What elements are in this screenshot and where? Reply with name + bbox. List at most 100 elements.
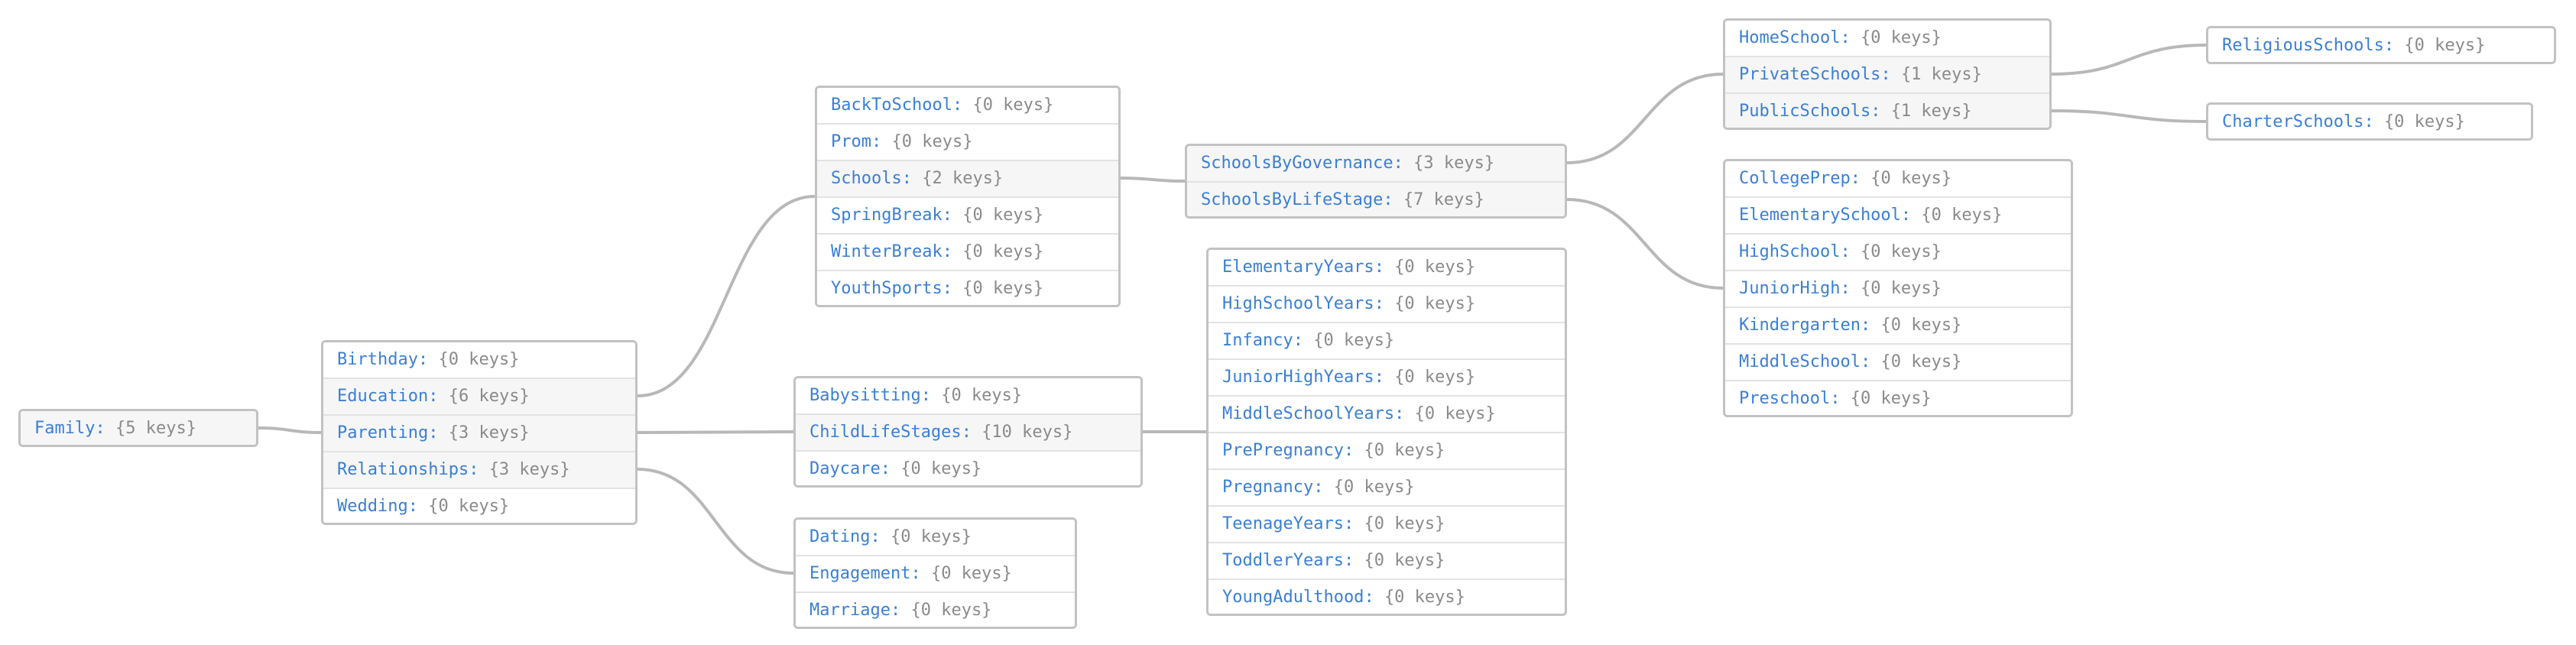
row-relationships[interactable]: Relationships: {3 keys} bbox=[323, 452, 635, 489]
row-value: {0 keys} bbox=[2383, 112, 2465, 131]
node-relationships: Dating: {0 keys} Engagement: {0 keys} Marr… bbox=[793, 517, 1077, 629]
node-root: Family: {5 keys} bbox=[18, 409, 258, 447]
row-wedding[interactable]: Wedding: {0 keys} bbox=[323, 489, 635, 523]
key-separator: : bbox=[1860, 316, 1881, 335]
row-juniorhigh[interactable]: JuniorHigh: {0 keys} bbox=[1725, 271, 2071, 308]
row-value: {0 keys} bbox=[1860, 242, 1942, 261]
edge-education-schools bbox=[1120, 177, 1186, 183]
row-marriage[interactable]: Marriage: {0 keys} bbox=[796, 593, 1075, 627]
row-birthday[interactable]: Birthday: {0 keys} bbox=[323, 342, 635, 379]
row-key: HighSchoolYears bbox=[1222, 294, 1374, 313]
row-key: HomeSchool bbox=[1739, 28, 1841, 47]
key-separator: : bbox=[890, 601, 911, 620]
row-schools[interactable]: Schools: {2 keys} bbox=[817, 161, 1118, 198]
row-value: {0 keys} bbox=[930, 564, 1012, 583]
edge-family-parenting bbox=[637, 430, 794, 434]
row-springbreak[interactable]: SpringBreak: {0 keys} bbox=[817, 198, 1118, 235]
node-public: CharterSchools: {0 keys} bbox=[2206, 102, 2533, 141]
key-separator: : bbox=[1840, 279, 1861, 298]
row-value: {0 keys} bbox=[972, 96, 1054, 115]
row-value: {0 keys} bbox=[1414, 404, 1496, 423]
row-key: Pregnancy bbox=[1222, 478, 1314, 497]
node-governance: HomeSchool: {0 keys} PrivateSchools: {1 k… bbox=[1723, 18, 2052, 130]
row-parenting[interactable]: Parenting: {3 keys} bbox=[323, 416, 635, 452]
row-childlifestages[interactable]: ChildLifeStages: {10 keys} bbox=[796, 415, 1140, 452]
row-schoolsbygovernance[interactable]: SchoolsByGovernance: {3 keys} bbox=[1187, 146, 1565, 183]
row-privateschools[interactable]: PrivateSchools: {1 keys} bbox=[1725, 57, 2049, 94]
row-key: Schools bbox=[831, 169, 902, 188]
row-highschool[interactable]: HighSchool: {0 keys} bbox=[1725, 235, 2071, 271]
row-collegeprep[interactable]: CollegePrep: {0 keys} bbox=[1725, 161, 2071, 198]
row-key: Babysitting bbox=[809, 386, 921, 405]
row-pregnancy[interactable]: Pregnancy: {0 keys} bbox=[1209, 470, 1565, 507]
row-prepregnancy[interactable]: PrePregnancy: {0 keys} bbox=[1209, 433, 1565, 470]
row-key: CollegePrep bbox=[1739, 169, 1851, 188]
row-preschool[interactable]: Preschool: {0 keys} bbox=[1725, 381, 2071, 415]
row-value: {10 keys} bbox=[981, 423, 1073, 442]
row-value: {0 keys} bbox=[2404, 36, 2486, 55]
row-religiousschools[interactable]: ReligiousSchools: {0 keys} bbox=[2208, 28, 2554, 62]
row-value: {0 keys} bbox=[891, 132, 973, 151]
row-teenageyears[interactable]: TeenageYears: {0 keys} bbox=[1209, 507, 1565, 543]
row-family[interactable]: Family: {5 keys} bbox=[21, 411, 256, 445]
row-value: {1 keys} bbox=[1900, 65, 1982, 84]
row-elementaryschool[interactable]: ElementarySchool: {0 keys} bbox=[1725, 198, 2071, 235]
row-key: MiddleSchool bbox=[1739, 352, 1861, 371]
row-key: Dating bbox=[809, 527, 871, 546]
key-separator: : bbox=[942, 279, 963, 298]
row-value: {0 keys} bbox=[1860, 279, 1942, 298]
row-key: ReligiousSchools bbox=[2222, 36, 2384, 55]
row-babysitting[interactable]: Babysitting: {0 keys} bbox=[796, 378, 1140, 415]
row-backtoschool[interactable]: BackToSchool: {0 keys} bbox=[817, 88, 1118, 125]
row-value: {0 keys} bbox=[1921, 206, 2003, 225]
row-winterbreak[interactable]: WinterBreak: {0 keys} bbox=[817, 235, 1118, 271]
row-value: {0 keys} bbox=[428, 497, 510, 516]
row-juniorhighyears[interactable]: JuniorHighYears: {0 keys} bbox=[1209, 360, 1565, 397]
key-separator: : bbox=[1374, 368, 1395, 387]
row-value: {0 keys} bbox=[941, 386, 1023, 405]
row-kindergarten[interactable]: Kindergarten: {0 keys} bbox=[1725, 308, 2071, 345]
row-value: {3 keys} bbox=[448, 423, 530, 442]
row-publicschools[interactable]: PublicSchools: {1 keys} bbox=[1725, 94, 2049, 128]
row-value: {0 keys} bbox=[1394, 258, 1476, 277]
key-separator: : bbox=[942, 242, 963, 261]
key-separator: : bbox=[1860, 352, 1881, 371]
edge-root-family bbox=[258, 426, 322, 434]
row-key: Birthday bbox=[337, 350, 418, 369]
row-highschoolyears[interactable]: HighSchoolYears: {0 keys} bbox=[1209, 287, 1565, 323]
row-engagement[interactable]: Engagement: {0 keys} bbox=[796, 556, 1075, 593]
row-dating[interactable]: Dating: {0 keys} bbox=[796, 520, 1075, 556]
row-value: {0 keys} bbox=[1880, 316, 1962, 335]
row-schoolsbylifestage[interactable]: SchoolsByLifeStage: {7 keys} bbox=[1187, 183, 1565, 216]
row-value: {3 keys} bbox=[488, 460, 570, 479]
row-elementaryyears[interactable]: ElementaryYears: {0 keys} bbox=[1209, 250, 1565, 287]
row-toddleryears[interactable]: ToddlerYears: {0 keys} bbox=[1209, 543, 1565, 580]
row-youngadulthood[interactable]: YoungAdulthood: {0 keys} bbox=[1209, 580, 1565, 614]
row-key: TeenageYears bbox=[1222, 514, 1344, 533]
edge-family-relationships bbox=[637, 468, 794, 575]
row-infancy[interactable]: Infancy: {0 keys} bbox=[1209, 323, 1565, 360]
row-daycare[interactable]: Daycare: {0 keys} bbox=[796, 452, 1140, 485]
row-education[interactable]: Education: {6 keys} bbox=[323, 379, 635, 416]
row-key: ChildLifeStages bbox=[809, 423, 962, 442]
row-middleschoolyears[interactable]: MiddleSchoolYears: {0 keys} bbox=[1209, 397, 1565, 433]
key-separator: : bbox=[407, 497, 429, 516]
row-youthsports[interactable]: YouthSports: {0 keys} bbox=[817, 271, 1118, 305]
row-value: {0 keys} bbox=[962, 279, 1044, 298]
row-key: ElementaryYears bbox=[1222, 258, 1374, 277]
row-homeschool[interactable]: HomeSchool: {0 keys} bbox=[1725, 21, 2049, 57]
row-key: Preschool bbox=[1739, 389, 1831, 408]
row-prom[interactable]: Prom: {0 keys} bbox=[817, 125, 1118, 161]
key-separator: : bbox=[870, 527, 891, 546]
key-separator: : bbox=[1383, 190, 1403, 209]
key-separator: : bbox=[428, 423, 449, 442]
key-separator: : bbox=[1293, 331, 1314, 350]
row-key: Relationships bbox=[337, 460, 469, 479]
key-separator: : bbox=[2383, 36, 2405, 55]
row-middleschool[interactable]: MiddleSchool: {0 keys} bbox=[1725, 345, 2071, 381]
key-separator: : bbox=[1313, 478, 1334, 497]
row-charterschools[interactable]: CharterSchools: {0 keys} bbox=[2208, 105, 2531, 138]
row-key: Parenting bbox=[337, 423, 429, 442]
edge-governance-public bbox=[2051, 109, 2207, 123]
key-separator: : bbox=[1880, 65, 1901, 84]
